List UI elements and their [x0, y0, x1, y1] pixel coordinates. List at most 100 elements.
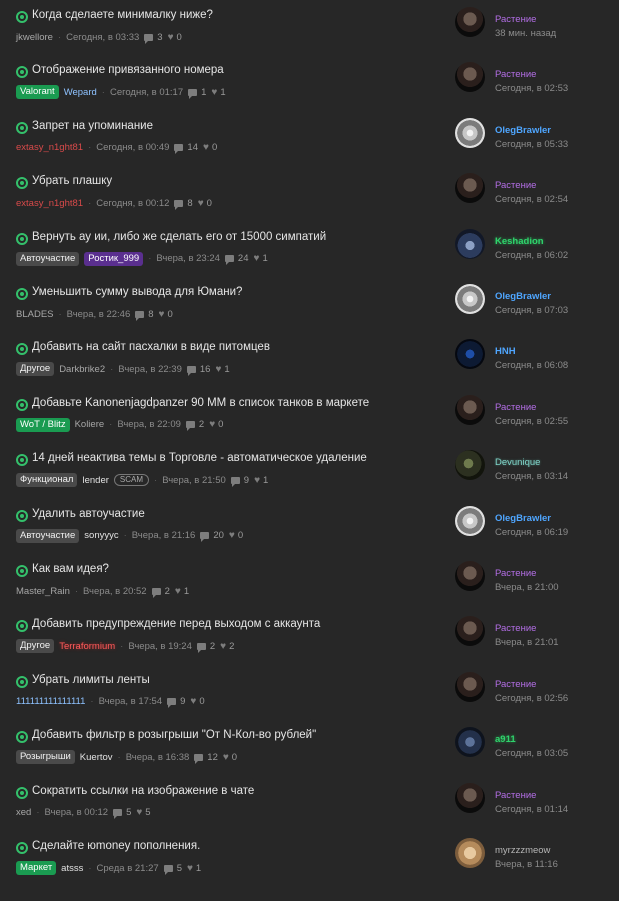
thread-author[interactable]: Master_Rain	[16, 586, 70, 597]
thread-time[interactable]: Вчера, в 22:09	[117, 419, 181, 430]
thread-title[interactable]: Как вам идея?	[32, 563, 109, 575]
last-poster-avatar[interactable]	[455, 782, 485, 813]
prefix-tag[interactable]: Автоучастие	[16, 528, 80, 543]
thread-author[interactable]: xed	[16, 807, 31, 818]
last-poster-avatar[interactable]	[455, 838, 485, 868]
thread-title[interactable]: Вернуть ау ии, либо же сделать его от 15…	[32, 231, 326, 243]
thread-title[interactable]: Отображение привязанного номера	[32, 64, 224, 76]
thread-time[interactable]: Вчера, в 16:38	[126, 752, 190, 763]
last-poster-name[interactable]: Растение	[495, 679, 536, 690]
last-post-time[interactable]: Сегодня, в 05:33	[495, 139, 568, 150]
thread-time[interactable]: Вчера, в 21:16	[132, 530, 196, 541]
thread-author[interactable]: sonyyyc	[84, 530, 118, 541]
thread-time[interactable]: Вчера, в 19:24	[128, 641, 192, 652]
last-poster-name[interactable]: Растение	[495, 790, 536, 801]
last-post-time[interactable]: Вчера, в 21:00	[495, 582, 559, 593]
thread-author[interactable]: Kuertov	[80, 752, 113, 763]
last-poster-avatar[interactable]	[455, 505, 485, 536]
thread-time[interactable]: Сегодня, в 03:33	[66, 32, 139, 43]
prefix-tag[interactable]: Valorant	[16, 85, 59, 100]
prefix-tag[interactable]: WoT / Blitz	[16, 417, 70, 432]
last-post-time[interactable]: Сегодня, в 06:19	[495, 527, 568, 538]
last-poster-avatar[interactable]	[455, 616, 485, 647]
last-poster-name[interactable]: OlegBrawler	[495, 513, 551, 524]
last-poster-avatar[interactable]	[455, 7, 485, 37]
prefix-tag[interactable]: Автоучастие	[16, 251, 80, 266]
thread-title[interactable]: Сделайте юmoney пополнения.	[32, 840, 200, 852]
thread-time[interactable]: Вчера, в 00:12	[45, 807, 109, 818]
thread-row[interactable]: Как вам идея? Master_Rain · Вчера, в 20:52…	[0, 554, 619, 609]
thread-row[interactable]: Удалить автоучастие Автоучастие sonyyyc · В…	[0, 499, 619, 554]
thread-title[interactable]: Убрать лимиты ленты	[32, 674, 150, 686]
thread-title[interactable]: Запрет на упоминание	[32, 120, 153, 132]
thread-row[interactable]: Отображение привязанного номера Valorant…	[0, 55, 619, 110]
thread-time[interactable]: Среда в 21:27	[97, 863, 159, 874]
last-post-time[interactable]: Сегодня, в 02:55	[495, 416, 568, 427]
last-poster-name[interactable]: Растение	[495, 402, 536, 413]
thread-time[interactable]: Вчера, в 22:46	[67, 309, 131, 320]
thread-row[interactable]: Добавьте Kanonenjagdpanzer 90 MM в списо…	[0, 388, 619, 443]
prefix-tag[interactable]: Розыгрыши	[16, 750, 75, 765]
last-poster-name[interactable]: Растение	[495, 180, 536, 191]
last-post-time[interactable]: Сегодня, в 02:54	[495, 194, 568, 205]
last-post-time[interactable]: Сегодня, в 06:02	[495, 250, 568, 261]
thread-title[interactable]: Добавить предупреждение перед выходом с …	[32, 618, 320, 630]
last-poster-name[interactable]: myrzzzmeow	[495, 845, 550, 856]
last-poster-name[interactable]: Растение	[495, 69, 536, 80]
prefix-tag[interactable]: Маркет	[16, 861, 57, 875]
thread-author[interactable]: Ростик_999	[84, 251, 144, 266]
thread-author[interactable]: BLADES	[16, 309, 54, 320]
last-poster-name[interactable]: Keshadion	[495, 236, 544, 247]
last-poster-avatar[interactable]	[455, 339, 485, 370]
thread-title[interactable]: Удалить автоучастие	[32, 508, 145, 520]
thread-author[interactable]: atsss	[61, 863, 83, 874]
thread-row[interactable]: Добавить фильтр в розыгрыши "От N-Кол-во…	[0, 720, 619, 775]
last-poster-name[interactable]: a911	[495, 734, 516, 745]
thread-row[interactable]: Убрать плашку extasy_n1ght81 · Сегодня, в …	[0, 166, 619, 221]
prefix-tag[interactable]: Функционал	[16, 473, 78, 488]
thread-author[interactable]: lender	[82, 475, 108, 486]
last-poster-name[interactable]: Растение	[495, 568, 536, 579]
last-post-time[interactable]: Сегодня, в 07:03	[495, 305, 568, 316]
last-poster-name[interactable]: OlegBrawler	[495, 125, 551, 136]
thread-title[interactable]: Добавьте Kanonenjagdpanzer 90 MM в списо…	[32, 397, 369, 409]
last-poster-avatar[interactable]	[455, 117, 485, 148]
thread-author[interactable]: Wepard	[64, 87, 97, 98]
thread-time[interactable]: Сегодня, в 00:49	[96, 142, 169, 153]
last-post-time[interactable]: Сегодня, в 03:05	[495, 748, 568, 759]
last-post-time[interactable]: Сегодня, в 02:56	[495, 693, 568, 704]
thread-row[interactable]: Убрать лимиты ленты 111111111111111 · Вчер…	[0, 665, 619, 720]
last-poster-avatar[interactable]	[455, 394, 485, 425]
last-post-time[interactable]: Вчера, в 21:01	[495, 637, 559, 648]
thread-row[interactable]: Добавить предупреждение перед выходом с …	[0, 609, 619, 664]
last-poster-name[interactable]: Растение	[495, 14, 536, 25]
last-poster-avatar[interactable]	[455, 727, 485, 758]
thread-author[interactable]: extasy_n1ght81	[16, 198, 83, 209]
thread-author[interactable]: extasy_n1ght81	[16, 142, 83, 153]
thread-author[interactable]: jkwellore	[16, 32, 53, 43]
last-post-time[interactable]: 38 мин. назад	[495, 28, 556, 39]
last-poster-avatar[interactable]	[455, 450, 485, 481]
thread-title[interactable]: Добавить фильтр в розыгрыши "От N-Кол-во…	[32, 729, 316, 741]
thread-time[interactable]: Вчера, в 17:54	[99, 696, 163, 707]
thread-author[interactable]: 111111111111111	[16, 696, 85, 707]
prefix-tag[interactable]: Другое	[16, 362, 55, 377]
thread-row[interactable]: Запрет на упоминание extasy_n1ght81 · Сего…	[0, 111, 619, 166]
last-poster-name[interactable]: Devunique	[495, 457, 540, 468]
thread-title[interactable]: 14 дней неактива темы в Торговле - автом…	[32, 452, 367, 464]
thread-row[interactable]: Добавить на сайт пасхалки в виде питомце…	[0, 332, 619, 387]
thread-author[interactable]: Darkbrike2	[59, 364, 105, 375]
thread-time[interactable]: Вчера, в 23:24	[156, 253, 220, 264]
last-poster-avatar[interactable]	[455, 228, 485, 259]
last-post-time[interactable]: Сегодня, в 03:14	[495, 471, 568, 482]
last-poster-name[interactable]: HNH	[495, 346, 516, 357]
thread-row[interactable]: Сделайте юmoney пополнения. Маркет atsss ·…	[0, 831, 619, 886]
thread-row[interactable]: Уменьшить сумму вывода для Юмани? BLADES…	[0, 277, 619, 332]
last-post-time[interactable]: Вчера, в 11:16	[495, 859, 558, 870]
thread-row[interactable]: Вернуть ау ии, либо же сделать его от 15…	[0, 222, 619, 277]
thread-title[interactable]: Добавить на сайт пасхалки в виде питомце…	[32, 341, 270, 353]
thread-time[interactable]: Сегодня, в 00:12	[96, 198, 169, 209]
last-poster-avatar[interactable]	[455, 671, 485, 702]
last-poster-name[interactable]: OlegBrawler	[495, 291, 551, 302]
thread-time[interactable]: Сегодня, в 01:17	[110, 87, 183, 98]
